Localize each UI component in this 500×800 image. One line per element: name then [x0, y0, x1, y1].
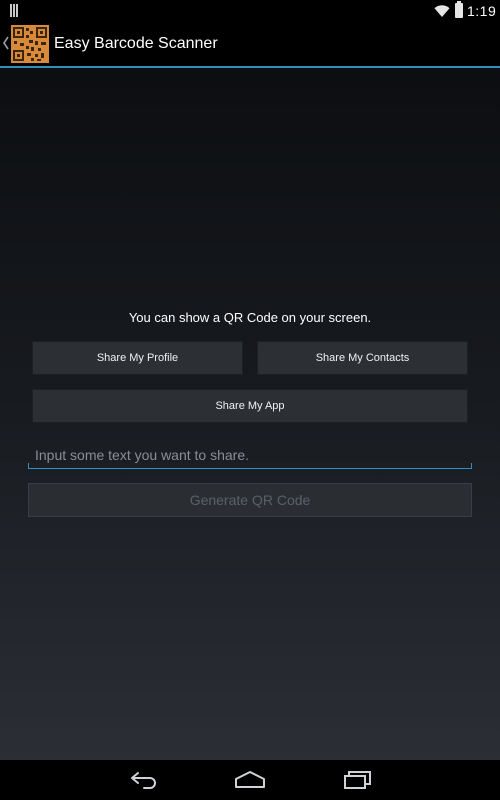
home-icon[interactable] — [234, 770, 266, 790]
status-time: 1:19 — [467, 3, 497, 19]
info-text: You can show a QR Code on your screen. — [128, 310, 372, 325]
generate-qr-code-button[interactable]: Generate QR Code — [28, 483, 472, 517]
battery-icon — [455, 1, 463, 18]
back-icon[interactable] — [128, 770, 158, 790]
up-caret-icon[interactable] — [2, 36, 10, 50]
screen: 1:19 Easy Barcode Scanner You can show a… — [0, 0, 500, 800]
share-text-input[interactable] — [28, 443, 472, 467]
share-my-contacts-button[interactable]: Share My Contacts — [257, 341, 468, 375]
status-bar: 1:19 — [0, 0, 500, 22]
wifi-icon — [434, 5, 450, 17]
action-bar: Easy Barcode Scanner — [0, 22, 500, 68]
qr-code-logo-icon[interactable] — [11, 25, 49, 63]
notification-icon — [10, 4, 20, 17]
share-my-app-button[interactable]: Share My App — [32, 389, 468, 423]
app-title: Easy Barcode Scanner — [54, 35, 218, 52]
share-my-profile-button[interactable]: Share My Profile — [32, 341, 243, 375]
navigation-bar — [0, 760, 500, 800]
share-text-field — [28, 443, 472, 469]
main-content: You can show a QR Code on your screen. S… — [0, 68, 500, 760]
recents-icon[interactable] — [342, 770, 372, 790]
